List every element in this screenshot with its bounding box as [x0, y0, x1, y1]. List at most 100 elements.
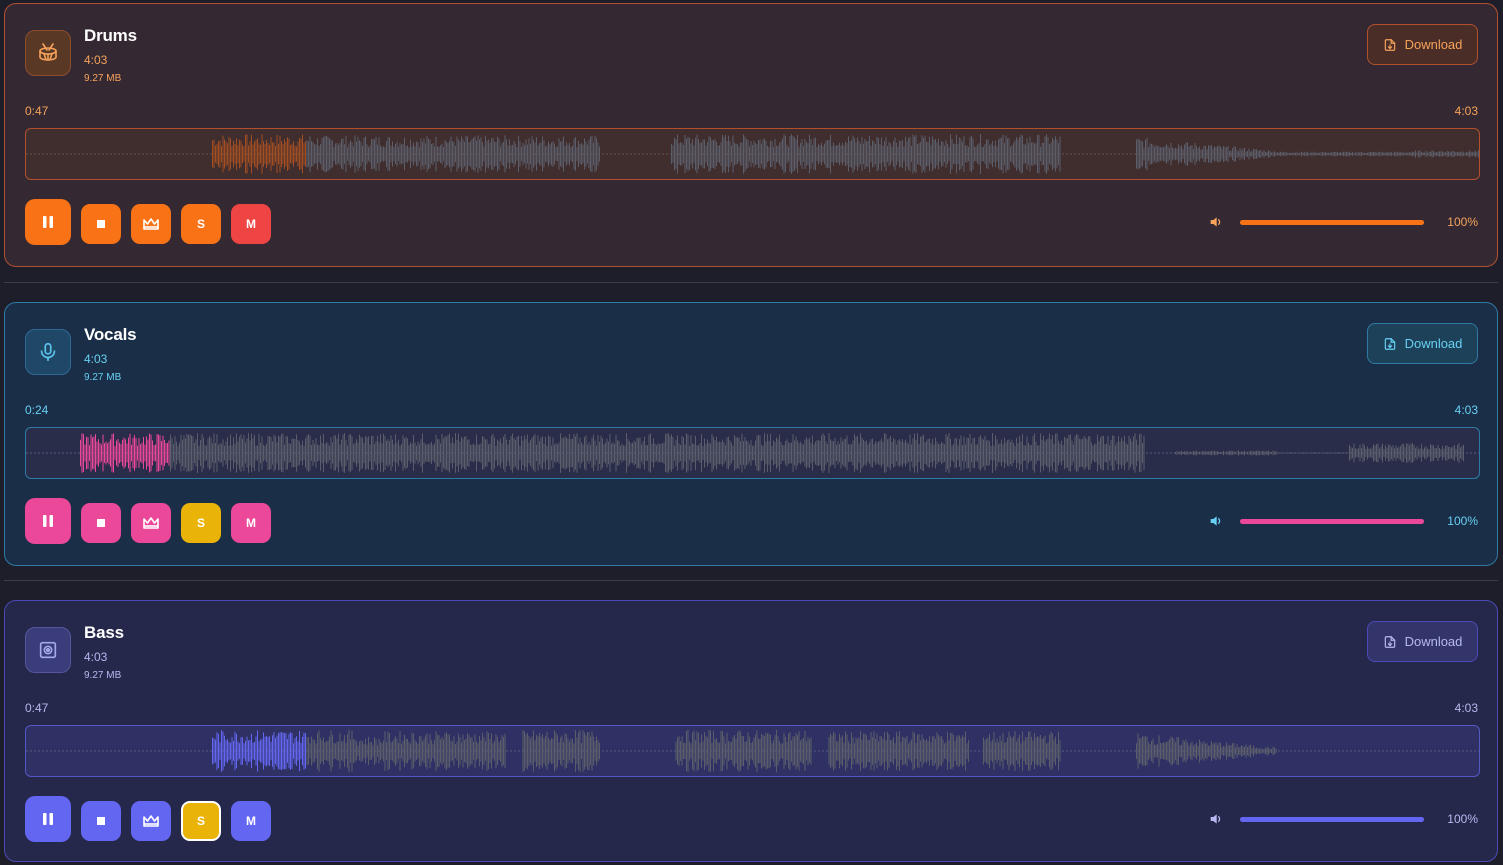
waveform-seekbar[interactable] — [25, 128, 1480, 180]
waveform-bar — [555, 147, 557, 161]
waveform-bar — [923, 138, 924, 170]
waveform-bar — [1137, 733, 1139, 769]
pause-button[interactable] — [25, 199, 71, 245]
waveform-bar — [1250, 744, 1251, 758]
waveform-bar — [540, 736, 542, 766]
waveform-bar — [1388, 152, 1389, 156]
waveform-bar — [327, 443, 329, 463]
waveform-bar — [1010, 441, 1011, 465]
waveform-bar — [371, 138, 372, 170]
volume-slider[interactable] — [1240, 518, 1424, 524]
waveform-bar — [1449, 447, 1451, 459]
mute-button[interactable]: M — [231, 502, 271, 543]
waveform-bar — [443, 147, 444, 161]
mute-button[interactable]: M — [231, 203, 271, 244]
waveform-bar — [519, 141, 521, 167]
waveform-bar — [1280, 151, 1281, 157]
waveform-bar — [458, 139, 459, 169]
waveform-bar — [1403, 443, 1404, 463]
waveform-bar — [714, 739, 716, 763]
waveform-bar — [348, 729, 350, 773]
waveform-bar — [423, 138, 425, 170]
waveform-bar — [147, 439, 149, 467]
waveform-bar — [1208, 145, 1209, 163]
waveform-bar — [570, 438, 572, 468]
pause-button[interactable] — [25, 498, 71, 544]
crown-button[interactable] — [131, 502, 171, 543]
waveform-bar — [894, 743, 896, 759]
waveform-bar — [1346, 151, 1347, 157]
waveform-bar — [711, 742, 713, 760]
waveform-bar — [836, 145, 837, 163]
waveform-bar — [504, 433, 506, 473]
waveform-bar — [722, 439, 723, 467]
waveform-bar — [929, 736, 930, 766]
waveform-bar — [1425, 150, 1427, 158]
waveform-seekbar[interactable] — [25, 725, 1480, 777]
mute-button[interactable]: M — [231, 800, 271, 841]
waveform-bar — [660, 443, 662, 463]
waveform-bar — [708, 136, 710, 172]
waveform-bar — [609, 434, 611, 472]
waveform-bar — [701, 434, 702, 472]
waveform-bar — [590, 136, 591, 172]
volume-slider[interactable] — [1240, 816, 1424, 822]
stop-button[interactable] — [81, 502, 121, 543]
waveform-bar — [344, 433, 345, 473]
download-button[interactable]: Download — [1367, 323, 1478, 364]
waveform-bar — [761, 444, 762, 462]
download-button[interactable]: Download — [1367, 24, 1478, 65]
waveform-bar — [878, 441, 879, 465]
waveform-bar — [1418, 150, 1419, 158]
solo-button[interactable]: S — [181, 502, 221, 543]
waveform-bar — [233, 437, 234, 469]
waveform-bar — [83, 434, 84, 472]
crown-button[interactable] — [131, 800, 171, 841]
solo-button[interactable]: S — [181, 203, 221, 244]
waveform-bar — [557, 444, 558, 462]
waveform-bar — [1053, 739, 1055, 763]
waveform-bar — [687, 729, 689, 773]
waveform-bar — [1244, 746, 1245, 756]
stop-button[interactable] — [81, 800, 121, 841]
stop-button[interactable] — [81, 203, 121, 244]
waveform-seekbar[interactable] — [25, 427, 1480, 479]
waveform-bar — [431, 441, 432, 465]
pause-button[interactable] — [25, 796, 71, 842]
volume-slider[interactable] — [1240, 219, 1424, 225]
waveform-bar — [1191, 452, 1193, 454]
waveform-bar — [410, 442, 411, 464]
waveform-bar — [351, 142, 353, 166]
waveform-bar — [722, 135, 723, 173]
waveform-bar — [962, 141, 963, 167]
waveform-bar — [1130, 438, 1131, 468]
waveform-bar — [1371, 447, 1373, 459]
waveform-bar — [420, 138, 422, 170]
crown-button[interactable] — [131, 203, 171, 244]
waveform-bar — [291, 438, 293, 468]
waveform-bar — [318, 730, 320, 772]
waveform-bar — [332, 140, 333, 168]
waveform-bar — [512, 144, 513, 164]
waveform-bar — [1163, 147, 1164, 161]
waveform-bar — [915, 742, 917, 760]
waveform-bar — [591, 731, 593, 771]
waveform-bar — [707, 141, 708, 167]
waveform-bar — [1026, 436, 1028, 470]
waveform-bar — [927, 741, 929, 761]
waveform-bar — [1143, 147, 1145, 161]
download-button[interactable]: Download — [1367, 621, 1478, 662]
waveform-bar — [395, 144, 396, 164]
waveform-bar — [237, 741, 239, 761]
waveform-bar — [1352, 447, 1353, 459]
waveform-bar — [792, 736, 794, 766]
waveform-bar — [1137, 444, 1139, 462]
waveform-bar — [261, 436, 263, 470]
waveform-bar — [1305, 452, 1307, 454]
waveform-bar — [398, 146, 399, 162]
solo-button[interactable]: S — [181, 800, 221, 841]
waveform-bar — [810, 139, 812, 169]
waveform-bar — [212, 737, 213, 765]
waveform-bar — [315, 743, 317, 759]
waveform-bar — [293, 439, 294, 467]
